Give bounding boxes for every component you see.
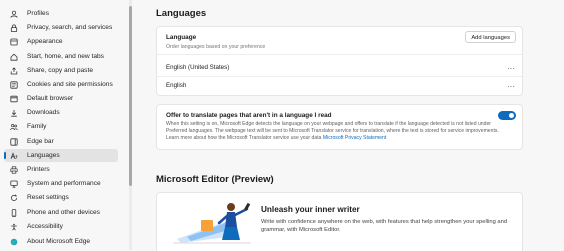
- sidebar-item-cookies-and-site-permissions[interactable]: Cookies and site permissions: [4, 78, 118, 91]
- editor-title: Unleash your inner writer: [261, 205, 360, 214]
- profile-icon: [10, 10, 18, 18]
- translate-description: When this setting is on, Microsoft Edge …: [166, 121, 506, 142]
- sidebar-item-label: Privacy, search, and services: [27, 24, 113, 31]
- more-options-icon[interactable]: ···: [507, 65, 515, 73]
- sidebar-item-label: Profiles: [27, 10, 49, 17]
- sidebar-item-label: Default browser: [27, 95, 74, 102]
- sidebar-item-printers[interactable]: Printers: [4, 163, 118, 176]
- sidebar-item-profiles[interactable]: Profiles: [4, 7, 118, 20]
- translate-card: Offer to translate pages that aren't in …: [156, 104, 523, 150]
- main-content: Languages Language Order languages based…: [134, 0, 564, 251]
- home-icon: [10, 53, 18, 61]
- lock-icon: [10, 24, 18, 32]
- languages-heading: Languages: [156, 8, 207, 19]
- sidebar-item-label: Reset settings: [27, 194, 69, 201]
- sidebar-item-accessibility[interactable]: Accessibility: [4, 220, 118, 233]
- sidebar-item-label: Accessibility: [27, 223, 63, 230]
- language-card: Language Order languages based on your p…: [156, 26, 523, 96]
- sidebar-item-label: Languages: [27, 152, 60, 159]
- editor-heading: Microsoft Editor (Preview): [156, 174, 274, 185]
- sidebar-item-default-browser[interactable]: Default browser: [4, 92, 118, 105]
- privacy-statement-link[interactable]: Microsoft Privacy Statement: [323, 135, 386, 141]
- sidebar-item-start-home-and-new-tabs[interactable]: Start, home, and new tabs: [4, 50, 118, 63]
- more-options-icon[interactable]: ···: [507, 83, 515, 91]
- sidebar-item-label: Downloads: [27, 109, 60, 116]
- reset-icon: [10, 194, 18, 202]
- edge-bar-icon: [10, 137, 18, 146]
- sidebar-item-label: Cookies and site permissions: [27, 81, 113, 88]
- browser-icon: [10, 95, 18, 103]
- accessibility-icon: [10, 223, 18, 231]
- language-item-en: English: [166, 82, 187, 89]
- sidebar-scrollbar-thumb[interactable]: [129, 6, 132, 186]
- divider: [157, 76, 522, 77]
- translate-toggle[interactable]: [498, 111, 516, 120]
- editor-description: Write with confidence anywhere on the we…: [261, 219, 508, 233]
- phone-icon: [10, 208, 18, 217]
- language-subtitle: Order languages based on your preference: [166, 44, 266, 50]
- settings-sidebar: Profiles Privacy, search, and services App…: [0, 0, 132, 250]
- sidebar-item-label: Start, home, and new tabs: [27, 53, 104, 60]
- family-icon: [10, 123, 18, 131]
- sidebar-item-label: Printers: [27, 166, 50, 173]
- language-item-en-us: English (United States): [166, 64, 230, 71]
- writer-illustration-icon: [173, 202, 251, 244]
- sidebar-item-label: Appearance: [27, 38, 63, 45]
- sidebar-item-appearance[interactable]: Appearance: [4, 35, 118, 48]
- sidebar-item-system-and-performance[interactable]: System and performance: [4, 177, 118, 190]
- sidebar-item-label: Share, copy and paste: [27, 67, 93, 74]
- translate-title: Offer to translate pages that aren't in …: [166, 112, 332, 119]
- divider: [157, 54, 522, 55]
- sidebar-item-phone-and-other-devices[interactable]: Phone and other devices: [4, 206, 118, 219]
- edge-logo-icon: [10, 238, 18, 246]
- sidebar-item-family[interactable]: Family: [4, 120, 118, 133]
- sidebar-item-label: System and performance: [27, 180, 101, 187]
- editor-card: Unleash your inner writer Write with con…: [156, 192, 523, 251]
- language-title: Language: [166, 34, 197, 41]
- sidebar-item-reset-settings[interactable]: Reset settings: [4, 191, 118, 204]
- appearance-icon: [10, 38, 18, 46]
- add-languages-button[interactable]: Add languages: [465, 31, 516, 43]
- share-icon: [10, 66, 18, 75]
- download-icon: [10, 109, 18, 117]
- system-icon: [10, 180, 18, 188]
- sidebar-item-about-microsoft-edge[interactable]: About Microsoft Edge: [4, 235, 118, 248]
- printer-icon: [10, 165, 18, 174]
- sidebar-item-downloads[interactable]: Downloads: [4, 106, 118, 119]
- cookies-icon: [10, 80, 18, 89]
- sidebar-item-label: About Microsoft Edge: [27, 238, 91, 245]
- sidebar-item-languages[interactable]: Languages: [4, 149, 118, 162]
- sidebar-item-privacy-search-and-services[interactable]: Privacy, search, and services: [4, 21, 118, 34]
- sidebar-item-share-copy-and-paste[interactable]: Share, copy and paste: [4, 64, 118, 77]
- sidebar-item-label: Family: [27, 123, 47, 130]
- sidebar-item-label: Edge bar: [27, 138, 54, 145]
- sidebar-item-label: Phone and other devices: [27, 209, 100, 216]
- sidebar-item-edge-bar[interactable]: Edge bar: [4, 135, 118, 148]
- languages-icon: [10, 151, 18, 160]
